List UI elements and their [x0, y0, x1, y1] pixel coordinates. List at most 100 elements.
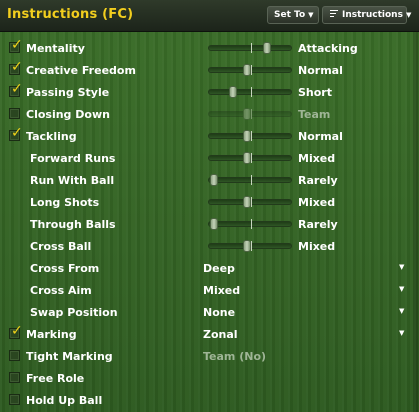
swap-position-dropdown[interactable]: None	[203, 306, 235, 319]
instruction-row-hold-up-ball: Hold Up Ball	[0, 389, 419, 411]
tackling-label: Tackling	[26, 130, 77, 143]
closing-down-value: Team	[298, 108, 331, 121]
creative-freedom-checkbox[interactable]: ✓	[9, 60, 23, 75]
cross-aim-dropdown[interactable]: Mixed	[203, 284, 240, 297]
hold-up-ball-checkbox[interactable]	[9, 394, 20, 405]
slider-center-tick	[251, 153, 252, 163]
marking-checkbox[interactable]: ✓	[9, 324, 23, 339]
instruction-row-tight-marking: Tight Marking Team (No)	[0, 345, 419, 367]
slider-handle[interactable]	[228, 86, 237, 98]
slider-handle[interactable]	[242, 152, 251, 164]
slider-track	[208, 177, 292, 183]
instruction-row-through-balls: Through Balls Rarely	[0, 213, 419, 235]
slider-center-tick	[251, 109, 252, 119]
instruction-row-swap-position: Swap Position None ▼	[0, 301, 419, 323]
slider-handle[interactable]	[242, 196, 251, 208]
run-with-ball-label: Run With Ball	[30, 174, 115, 187]
through-balls-value: Rarely	[298, 218, 338, 231]
slider-track	[208, 89, 292, 95]
instruction-row-tackling: ✓ Tackling Normal	[0, 125, 419, 147]
chevron-down-icon[interactable]: ▼	[399, 329, 404, 337]
instructions-menu-label: Instructions	[342, 10, 403, 20]
checkmark-icon: ✓	[11, 125, 23, 141]
cross-ball-value: Mixed	[298, 240, 336, 253]
slider-handle[interactable]	[242, 130, 251, 142]
swap-position-label: Swap Position	[30, 306, 118, 319]
forward-runs-slider[interactable]	[208, 152, 292, 164]
slider-handle[interactable]	[210, 218, 219, 230]
through-balls-slider[interactable]	[208, 218, 292, 230]
run-with-ball-value: Rarely	[298, 174, 338, 187]
forward-runs-label: Forward Runs	[30, 152, 116, 165]
tackling-value: Normal	[298, 130, 343, 143]
slider-center-tick	[251, 219, 252, 229]
slider-handle[interactable]	[210, 174, 219, 186]
through-balls-label: Through Balls	[30, 218, 116, 231]
instruction-row-cross-ball: Cross Ball Mixed	[0, 235, 419, 257]
checkmark-icon: ✓	[11, 323, 23, 339]
hold-up-ball-label: Hold Up Ball	[26, 394, 103, 407]
creative-freedom-slider[interactable]	[208, 64, 292, 76]
slider-track	[208, 45, 292, 51]
caret-down-icon: ▼	[405, 11, 412, 19]
set-to-label: Set To	[274, 10, 306, 20]
free-role-checkbox[interactable]	[9, 372, 20, 383]
cross-aim-label: Cross Aim	[30, 284, 92, 297]
chevron-down-icon[interactable]: ▼	[399, 285, 404, 293]
caret-down-icon: ▼	[308, 11, 314, 19]
panel-header: Instructions (FC) Set To ▼ Instructions ▼	[0, 0, 419, 32]
cross-ball-label: Cross Ball	[30, 240, 92, 253]
slider-handle[interactable]	[242, 240, 251, 252]
slider-center-tick	[251, 197, 252, 207]
tackling-slider[interactable]	[208, 130, 292, 142]
tight-marking-value: Team (No)	[203, 350, 267, 363]
list-icon	[330, 10, 338, 18]
slider-center-tick	[251, 87, 252, 97]
instruction-row-forward-runs: Forward Runs Mixed	[0, 147, 419, 169]
passing-style-label: Passing Style	[26, 86, 110, 99]
instruction-row-passing-style: ✓ Passing Style Short	[0, 81, 419, 103]
instructions-menu-button[interactable]: Instructions ▼	[322, 6, 411, 24]
chevron-down-icon[interactable]: ▼	[399, 307, 404, 315]
cross-from-dropdown[interactable]: Deep	[203, 262, 235, 275]
long-shots-slider[interactable]	[208, 196, 292, 208]
marking-label: Marking	[26, 328, 77, 341]
chevron-down-icon[interactable]: ▼	[399, 263, 404, 271]
scrollbar[interactable]	[413, 32, 418, 412]
instruction-row-free-role: Free Role	[0, 367, 419, 389]
instruction-row-long-shots: Long Shots Mixed	[0, 191, 419, 213]
slider-handle[interactable]	[242, 64, 251, 76]
mentality-value: Attacking	[298, 42, 358, 55]
tight-marking-label: Tight Marking	[26, 350, 113, 363]
slider-center-tick	[251, 43, 252, 53]
tight-marking-checkbox[interactable]	[9, 350, 20, 361]
instruction-row-cross-from: Cross From Deep ▼	[0, 257, 419, 279]
closing-down-checkbox[interactable]	[9, 108, 20, 119]
run-with-ball-slider[interactable]	[208, 174, 292, 186]
passing-style-checkbox[interactable]: ✓	[9, 82, 23, 97]
set-to-button[interactable]: Set To ▼	[267, 6, 319, 24]
long-shots-value: Mixed	[298, 196, 336, 209]
slider-center-tick	[251, 241, 252, 251]
marking-dropdown[interactable]: Zonal	[203, 328, 238, 341]
instruction-row-closing-down: Closing Down Team	[0, 103, 419, 125]
creative-freedom-value: Normal	[298, 64, 343, 77]
tackling-checkbox[interactable]: ✓	[9, 126, 23, 141]
checkmark-icon: ✓	[11, 59, 23, 75]
slider-handle[interactable]	[263, 42, 272, 54]
creative-freedom-label: Creative Freedom	[26, 64, 136, 77]
forward-runs-value: Mixed	[298, 152, 336, 165]
instruction-row-cross-aim: Cross Aim Mixed ▼	[0, 279, 419, 301]
closing-down-label: Closing Down	[26, 108, 110, 121]
slider-handle	[242, 108, 251, 120]
mentality-checkbox[interactable]: ✓	[9, 38, 23, 53]
free-role-label: Free Role	[26, 372, 85, 385]
panel-title: Instructions (FC)	[7, 7, 134, 22]
cross-ball-slider[interactable]	[208, 240, 292, 252]
passing-style-slider[interactable]	[208, 86, 292, 98]
mentality-slider[interactable]	[208, 42, 292, 54]
slider-center-tick	[251, 65, 252, 75]
slider-center-tick	[251, 131, 252, 141]
closing-down-slider	[208, 108, 292, 120]
mentality-label: Mentality	[26, 42, 85, 55]
